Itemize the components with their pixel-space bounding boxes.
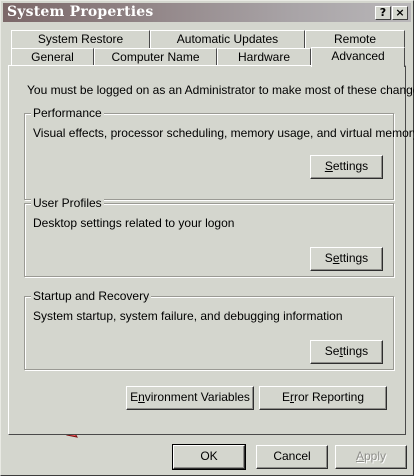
performance-settings-label: ettings [332,159,369,173]
help-button[interactable]: ? [375,6,391,20]
tab-general[interactable]: General [11,48,94,66]
user-profiles-group: User Profiles Desktop settings related t… [24,196,394,277]
system-properties-window: System Properties ? × System Restore Aut… [0,0,414,476]
user-profiles-settings-button[interactable]: Settings [310,247,383,271]
environment-variables-label-a: E [130,390,139,404]
tab-advanced[interactable]: Advanced [311,47,405,67]
error-reporting-button[interactable]: Error Reporting [259,386,387,410]
error-reporting-label-a: E [281,390,290,404]
tab-hardware[interactable]: Hardware [217,48,311,66]
user-profiles-settings-label-b: ttings [339,251,369,265]
user-profiles-settings-hotkey: e [332,251,340,265]
startup-recovery-settings-label-b: tings [342,344,369,358]
performance-settings-hotkey: S [324,159,333,173]
startup-recovery-settings-button[interactable]: Settings [310,340,383,364]
user-profiles-settings-label-a: S [324,251,333,265]
performance-group: Performance Visual effects, processor sc… [24,106,414,200]
performance-label: Performance [31,106,104,120]
startup-recovery-group: Startup and Recovery System startup, sys… [24,289,394,370]
cancel-button[interactable]: Cancel [256,445,328,469]
startup-recovery-label: Startup and Recovery [31,289,152,303]
error-reporting-label-b: ror Reporting [293,390,365,404]
apply-label: pply [364,449,387,463]
tab-system-restore[interactable]: System Restore [11,30,150,48]
performance-settings-button[interactable]: Settings [310,155,383,179]
startup-recovery-description: System startup, system failure, and debu… [33,309,343,323]
apply-hotkey: A [355,449,364,463]
environment-variables-hotkey: n [138,390,145,404]
ok-button[interactable]: OK [172,444,246,470]
advanced-tab-panel: You must be logged on as an Administrato… [8,65,414,435]
performance-description: Visual effects, processor scheduling, me… [33,126,414,140]
window-title: System Properties [7,4,154,20]
environment-variables-label-b: vironment Variables [144,390,250,404]
startup-recovery-settings-label-a: Se [324,344,340,358]
tab-computer-name[interactable]: Computer Name [94,48,217,66]
user-profiles-description: Desktop settings related to your logon [33,216,235,230]
environment-variables-button[interactable]: Environment Variables [126,386,254,410]
close-button[interactable]: × [392,6,408,20]
tab-automatic-updates[interactable]: Automatic Updates [150,30,305,48]
title-bar[interactable]: System Properties ? × [3,3,411,22]
apply-button[interactable]: Apply [335,445,407,469]
admin-notice: You must be logged on as an Administrato… [27,83,414,97]
tab-remote[interactable]: Remote [305,30,405,48]
user-profiles-label: User Profiles [31,196,104,210]
